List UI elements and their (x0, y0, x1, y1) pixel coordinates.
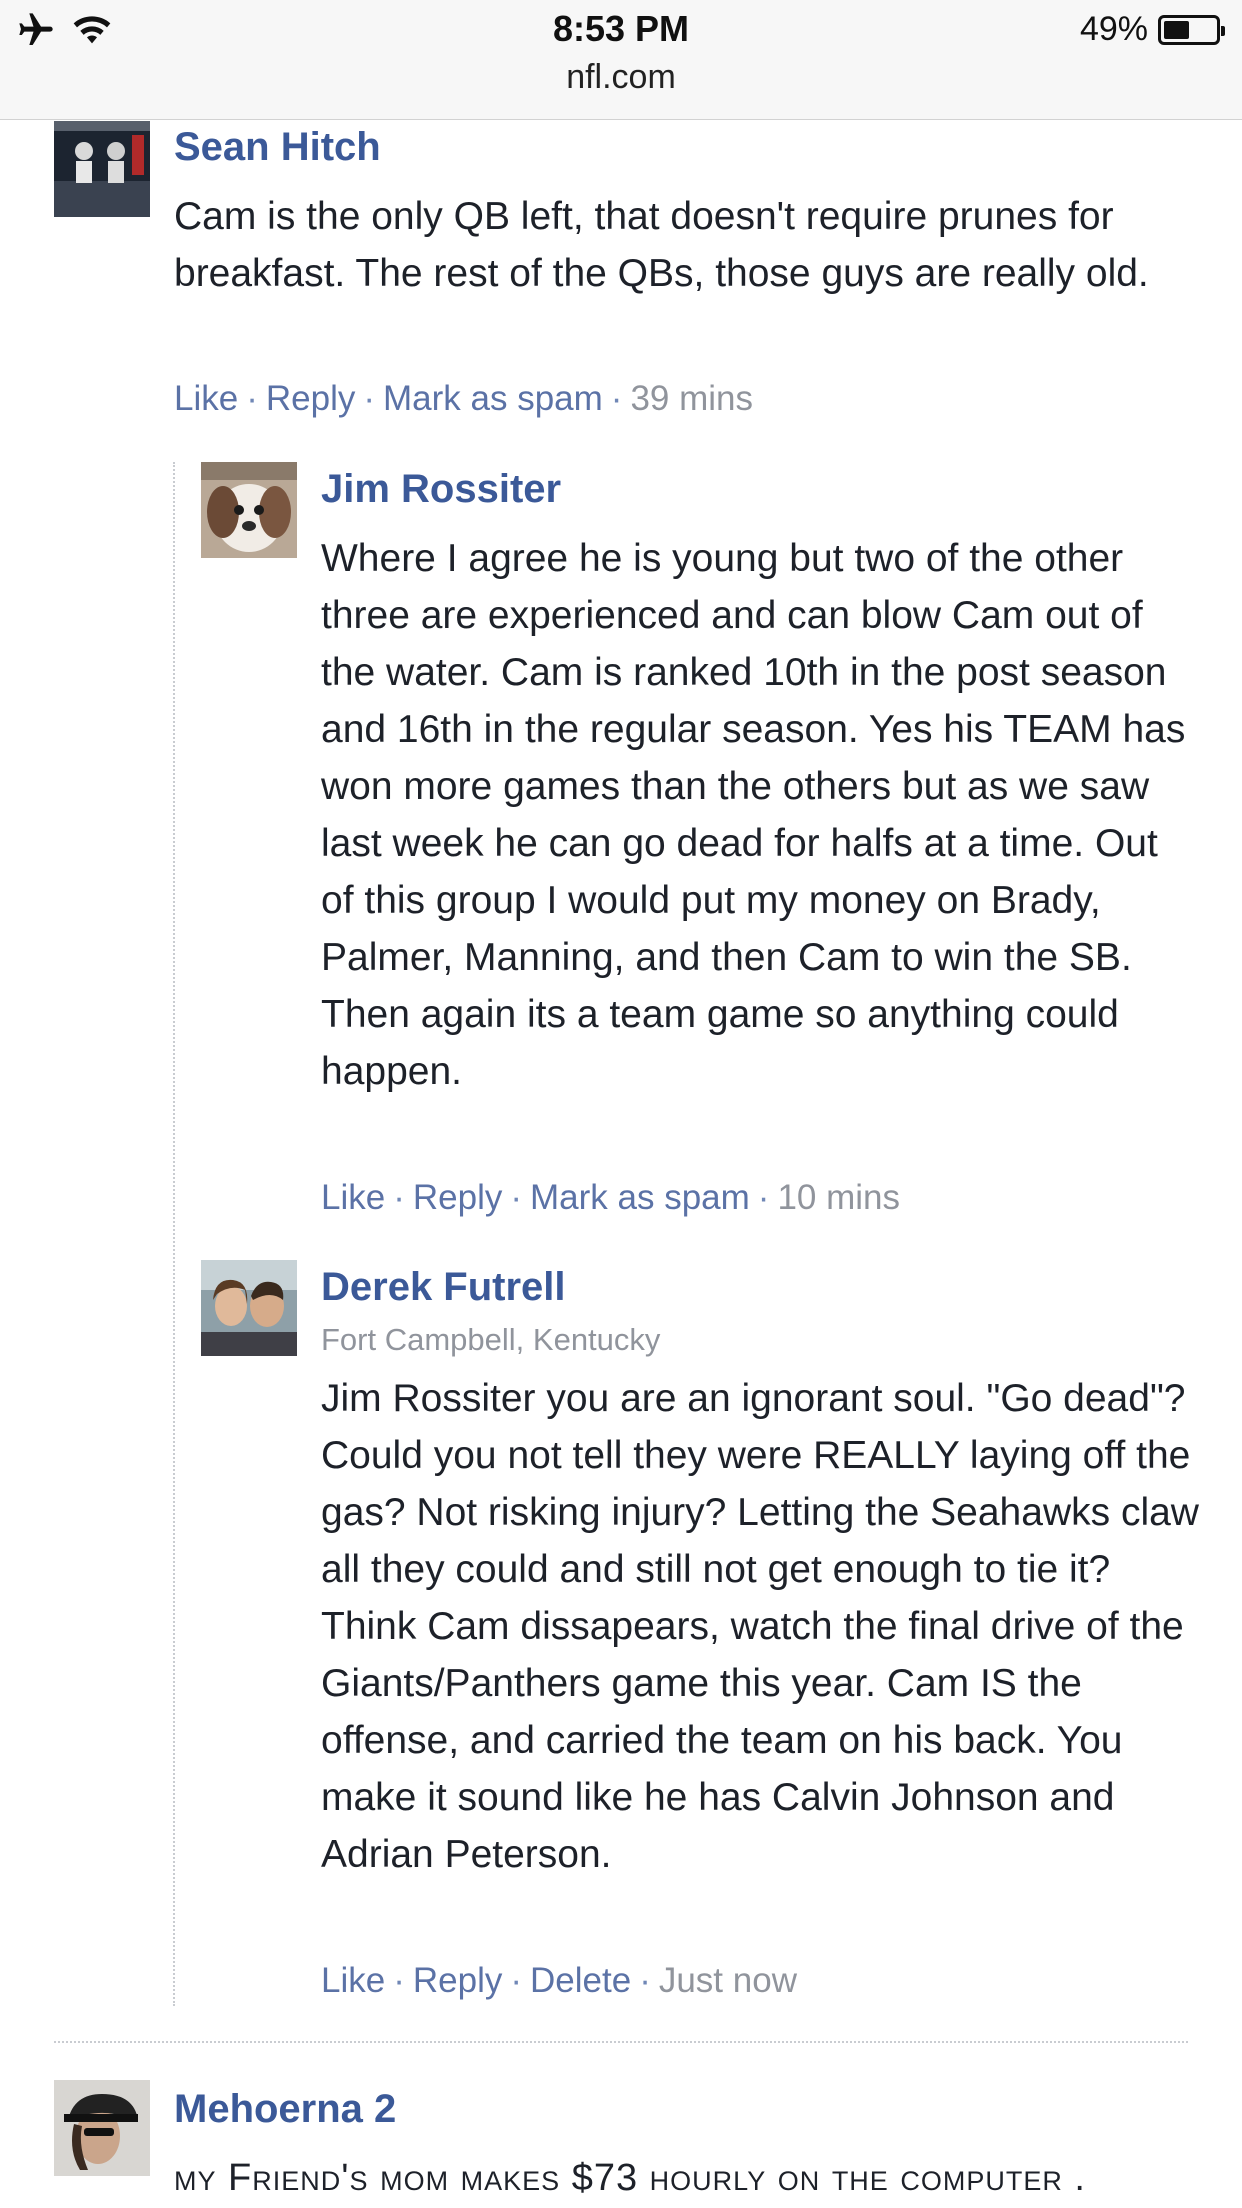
comment-actions: Like · Reply · Mark as spam · 39 mins (174, 379, 753, 419)
comment-author[interactable]: Jim Rossiter (321, 464, 561, 514)
timestamp[interactable]: 10 mins (777, 1178, 900, 1217)
author-location: Fort Campbell, Kentucky (321, 1322, 661, 1357)
battery-fill (1164, 20, 1189, 39)
separator: · (510, 1178, 523, 1217)
timestamp[interactable]: Just now (659, 1961, 797, 2000)
avatar-mehoerna-2[interactable] (54, 2080, 150, 2176)
separator: · (610, 379, 623, 418)
comment-text: Where I agree he is young but two of the… (321, 537, 1186, 1093)
separator: · (393, 1961, 405, 2000)
avatar-derek-futrell[interactable] (201, 1260, 297, 1356)
separator: · (757, 1178, 770, 1217)
reply-link[interactable]: Reply (413, 1961, 502, 2000)
reply-link[interactable]: Reply (413, 1178, 502, 1217)
reply-link[interactable]: Reply (266, 379, 355, 418)
comment-text: Jim Rossiter you are an ignorant soul. "… (321, 1377, 1199, 1876)
mark-as-spam-link[interactable]: Mark as spam (383, 379, 603, 418)
comment-text: my Friend's mom makes $73 hourly on the … (174, 2157, 1086, 2199)
separator: · (393, 1178, 405, 1217)
like-link[interactable]: Like (321, 1961, 385, 2000)
comment-divider (54, 2041, 1188, 2043)
like-link[interactable]: Like (174, 379, 238, 418)
mark-as-spam-link[interactable]: Mark as spam (530, 1178, 750, 1217)
avatar-jim-rossiter[interactable] (201, 462, 297, 558)
comment-author[interactable]: Mehoerna 2 (174, 2084, 396, 2134)
reply-thread-line (173, 462, 175, 2006)
separator: · (363, 379, 376, 418)
avatar-sean-hitch[interactable] (54, 121, 150, 217)
status-time: 8:53 PM (552, 8, 690, 49)
separator: · (510, 1961, 523, 2000)
comment-author[interactable]: Sean Hitch (174, 122, 381, 172)
separator: · (246, 379, 258, 418)
comment-text: Cam is the only QB left, that doesn't re… (174, 195, 1149, 295)
comment-actions: Like · Reply · Delete · Just now (321, 1961, 797, 2001)
comment-actions: Like · Reply · Mark as spam · 10 mins (321, 1178, 900, 1218)
timestamp[interactable]: 39 mins (630, 379, 753, 418)
browser-top-bar: 8:53 PM 49% nfl.com (0, 0, 1242, 120)
delete-link[interactable]: Delete (530, 1961, 631, 2000)
battery-icon (1158, 14, 1225, 45)
like-link[interactable]: Like (321, 1178, 385, 1217)
comment-author[interactable]: Derek Futrell (321, 1262, 566, 1312)
separator: · (639, 1961, 651, 2000)
status-right: 49% (1079, 10, 1225, 49)
battery-percent: 49% (1079, 10, 1148, 48)
url-bar[interactable]: nfl.com (0, 58, 1242, 97)
